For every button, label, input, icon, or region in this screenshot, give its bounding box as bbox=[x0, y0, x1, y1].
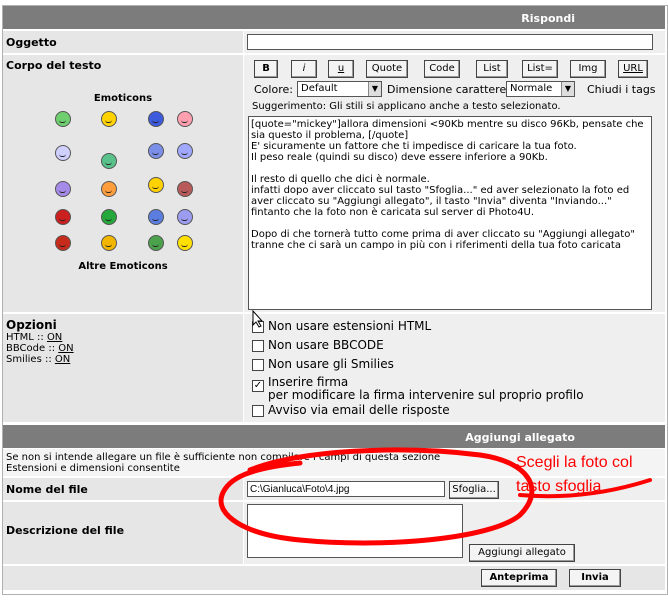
description-label: Descrizione del file bbox=[6, 524, 125, 537]
size-label: Dimensione carattere: bbox=[387, 83, 510, 96]
subject-cell bbox=[244, 31, 665, 53]
mouse-cursor-icon bbox=[252, 310, 264, 328]
cool-emoticon-icon[interactable] bbox=[55, 181, 71, 197]
body-label-cell: Corpo del testo Emoticons Altre Emoticon… bbox=[3, 55, 243, 312]
formatting-hint: Suggerimento: Gli stili si applicano anc… bbox=[252, 101, 561, 112]
more-emoticons-link[interactable]: Altre Emoticons bbox=[3, 261, 243, 272]
teeth-emoticon-icon[interactable] bbox=[101, 153, 117, 169]
underline-button[interactable]: u bbox=[328, 60, 354, 78]
emoticons-title: Emoticons bbox=[93, 93, 153, 104]
html-status-link[interactable]: ON bbox=[47, 332, 62, 343]
smilies-status: Smilies :: ON bbox=[6, 354, 70, 365]
form-header-title: Rispondi bbox=[521, 12, 575, 25]
subject-label: Oggetto bbox=[6, 36, 57, 49]
attach-note: Se non si intende allegare un file è suf… bbox=[6, 452, 441, 463]
browse-button[interactable]: Sfoglia... bbox=[449, 481, 499, 499]
html-status: HTML :: ON bbox=[6, 332, 62, 343]
attach-header-title: Aggiungi allegato bbox=[465, 431, 575, 444]
description-cell: Aggiungi allegato bbox=[244, 502, 665, 564]
html-status-label: HTML :: bbox=[6, 332, 44, 343]
add-attachment-button[interactable]: Aggiungi allegato bbox=[469, 544, 575, 562]
filename-label-cell: Nome del file bbox=[3, 478, 243, 500]
description-textarea[interactable] bbox=[247, 504, 463, 558]
thumbs-down-emoticon-icon[interactable] bbox=[177, 143, 193, 159]
smile-emoticon-icon[interactable] bbox=[101, 111, 117, 127]
chevron-down-icon: ▼ bbox=[368, 82, 381, 96]
sunglasses-emoticon-icon[interactable] bbox=[101, 181, 117, 197]
size-select[interactable]: Normale ▼ bbox=[506, 81, 575, 97]
sick-emoticon-icon[interactable] bbox=[101, 209, 117, 225]
wink-emoticon-icon[interactable] bbox=[148, 209, 164, 225]
laugh-emoticon-icon[interactable] bbox=[148, 177, 164, 193]
filename-input[interactable] bbox=[247, 481, 445, 497]
disable-smilies-checkbox[interactable] bbox=[252, 359, 264, 371]
attach-extensions-link[interactable]: Estensioni e dimensioni consentite bbox=[6, 463, 180, 474]
disable-smilies-label: Non usare gli Smilies bbox=[268, 357, 394, 371]
close-tags-link[interactable]: Chiudi i tags bbox=[587, 83, 656, 96]
devil-emoticon-icon[interactable] bbox=[55, 235, 71, 251]
zombie-emoticon-icon[interactable] bbox=[148, 235, 164, 251]
url-button[interactable]: URL bbox=[618, 60, 648, 78]
filename-cell: Sfoglia... bbox=[244, 478, 665, 500]
send-button[interactable]: Invia bbox=[569, 569, 621, 587]
italic-button[interactable]: i bbox=[291, 60, 317, 78]
smilies-status-label: Smilies :: bbox=[6, 354, 52, 365]
grin-emoticon-icon[interactable] bbox=[55, 111, 71, 127]
signature-label: Inserire firma bbox=[268, 375, 349, 389]
size-select-value: Normale bbox=[510, 83, 553, 94]
bbcode-status-link[interactable]: ON bbox=[58, 343, 73, 354]
list-button[interactable]: List bbox=[476, 60, 508, 78]
pig-emoticon-icon[interactable] bbox=[177, 111, 193, 127]
disable-html-label: Non usare estensioni HTML bbox=[268, 319, 432, 333]
email-notify-checkbox[interactable] bbox=[252, 405, 264, 417]
quote-button[interactable]: Quote bbox=[366, 60, 408, 78]
chevron-down-icon: ▼ bbox=[561, 82, 574, 96]
email-notify-label: Avviso via email delle risposte bbox=[268, 403, 450, 417]
sad-emoticon-icon[interactable] bbox=[148, 111, 164, 127]
list-numbered-button[interactable]: List= bbox=[522, 60, 558, 78]
disable-bbcode-checkbox[interactable] bbox=[252, 340, 264, 352]
shocked-emoticon-icon[interactable] bbox=[55, 145, 71, 161]
code-button[interactable]: Code bbox=[424, 60, 460, 78]
form-header: Rispondi bbox=[3, 6, 665, 29]
annotation-text-line2: tasto sfoglia bbox=[516, 478, 602, 495]
smilies-status-link[interactable]: ON bbox=[55, 354, 70, 365]
subject-input[interactable] bbox=[247, 34, 653, 50]
color-label: Colore: bbox=[254, 83, 293, 96]
bold-button[interactable]: B bbox=[254, 60, 278, 78]
happy-emoticon-icon[interactable] bbox=[177, 235, 193, 251]
body-editor-cell: B i u Quote Code List List= Img URL Colo… bbox=[244, 55, 665, 312]
img-button[interactable]: Img bbox=[570, 60, 606, 78]
options-title: Opzioni bbox=[6, 318, 57, 332]
color-select[interactable]: Default ▼ bbox=[297, 81, 382, 97]
attach-header: Aggiungi allegato bbox=[3, 425, 665, 448]
preview-button[interactable]: Anteprima bbox=[481, 569, 557, 587]
disable-bbcode-label: Non usare BBCODE bbox=[268, 338, 384, 352]
description-label-cell: Descrizione del file bbox=[3, 502, 243, 564]
color-select-value: Default bbox=[301, 83, 338, 94]
filename-label: Nome del file bbox=[6, 483, 88, 496]
footer-bar: Anteprima Invia bbox=[3, 566, 665, 590]
angry-emoticon-icon[interactable] bbox=[177, 181, 193, 197]
annotation-text-line1: Scegli la foto col bbox=[516, 454, 633, 471]
thumbs-up-emoticon-icon[interactable] bbox=[148, 143, 164, 159]
signature-checkbox[interactable]: ✓ bbox=[252, 380, 264, 392]
tongue-emoticon-icon[interactable] bbox=[101, 235, 117, 251]
confused-emoticon-icon[interactable] bbox=[177, 209, 193, 225]
bbcode-status-label: BBCode :: bbox=[6, 343, 56, 354]
subject-label-cell: Oggetto bbox=[3, 31, 243, 53]
mad-emoticon-icon[interactable] bbox=[55, 209, 71, 225]
bbcode-status: BBCode :: ON bbox=[6, 343, 74, 354]
body-label: Corpo del testo bbox=[6, 59, 102, 72]
signature-hint: per modificare la firma intervenire sul … bbox=[268, 388, 584, 402]
message-textarea[interactable]: [quote="mickey"]allora dimensioni <90Kb … bbox=[248, 116, 652, 310]
options-label-cell: Opzioni HTML :: ON BBCode :: ON Smilies … bbox=[3, 314, 243, 422]
